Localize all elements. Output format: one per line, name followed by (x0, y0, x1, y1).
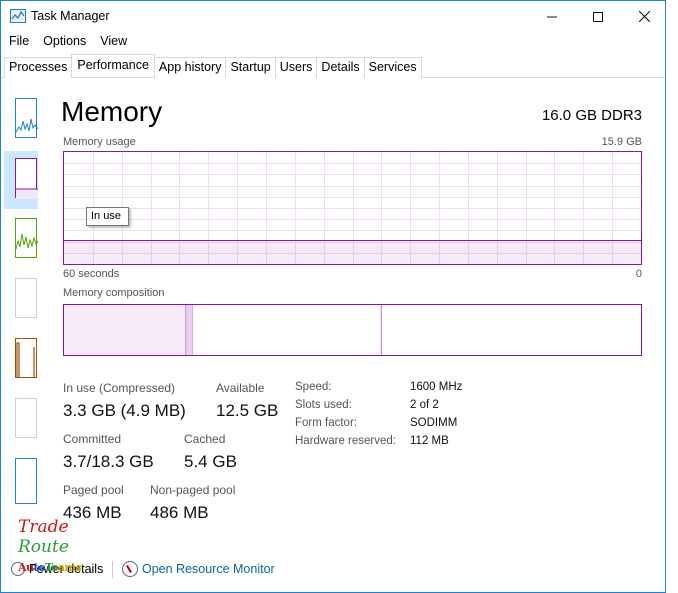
watermark-line-1: Trade (18, 517, 69, 537)
maximize-button[interactable] (575, 1, 621, 32)
memory-composition-chart (64, 305, 641, 355)
available-label: Available (216, 381, 265, 395)
title-bar: Task Manager (1, 1, 665, 32)
watermark-line-2: Route (18, 537, 69, 557)
graph-time-span: 60 seconds (63, 268, 120, 280)
task-manager-window: Task Manager File Options View Processes… (0, 0, 666, 593)
disk-thumbnail[interactable] (15, 218, 38, 258)
tab-processes[interactable]: Processes (4, 57, 73, 78)
memory-usage-chart (64, 152, 641, 264)
ethernet-graph-icon (16, 342, 35, 377)
composition-standby[interactable] (192, 305, 381, 355)
maximize-icon (593, 11, 603, 22)
tab-services[interactable]: Services (363, 57, 422, 78)
cached-value: 5.4 GB (184, 452, 237, 471)
hardware-reserved-label: Hardware reserved: (295, 435, 396, 447)
menu-view[interactable]: View (93, 34, 134, 52)
watermark-logo: Trade Route AutoTeams (18, 517, 82, 577)
nonpaged-pool-label: Non-paged pool (150, 483, 236, 497)
disk-graph-icon (16, 233, 38, 250)
form-factor-value: SODIMM (410, 417, 458, 429)
composition-modified[interactable] (185, 305, 193, 355)
window-title: Task Manager (31, 9, 110, 23)
cpu-graph-icon (16, 118, 38, 133)
memory-composition-label: Memory composition (63, 287, 165, 299)
paged-pool-label: Paged pool (63, 483, 124, 497)
composition-free[interactable] (380, 305, 641, 355)
memory-thumbnail[interactable] (15, 158, 38, 199)
menu-file[interactable]: File (1, 34, 36, 52)
memory-usage-label: Memory usage (63, 136, 136, 148)
memory-graph-icon (16, 188, 38, 199)
footer: Fewer details Open Resource Monitor (1, 559, 665, 581)
wifi-thumbnail[interactable] (15, 398, 37, 438)
menu-options[interactable]: Options (36, 34, 93, 52)
close-icon (638, 11, 650, 22)
memory-spec: 16.0 GB DDR3 (541, 107, 642, 124)
nonpaged-pool-value: 486 MB (150, 503, 209, 522)
speed-value: 1600 MHz (410, 381, 463, 393)
in-use-tooltip: In use (86, 207, 129, 226)
minimize-icon (547, 16, 557, 17)
page-title: Memory (61, 96, 163, 127)
resource-monitor-icon[interactable] (122, 561, 138, 577)
open-resource-monitor-link[interactable]: Open Resource Monitor (142, 562, 275, 576)
committed-label: Committed (63, 432, 122, 446)
ethernet-thumbnail[interactable] (15, 338, 37, 378)
close-button[interactable] (621, 1, 665, 32)
tab-users[interactable]: Users (274, 57, 318, 78)
available-value: 12.5 GB (216, 401, 279, 420)
tab-details[interactable]: Details (316, 57, 365, 78)
gpu-thumbnail[interactable] (15, 458, 37, 504)
slots-used-label: Slots used: (295, 399, 352, 411)
footer-divider (112, 561, 113, 578)
form-factor-label: Form factor: (295, 417, 357, 429)
in-use-label: In use (Compressed) (63, 381, 176, 395)
hardware-reserved-value: 112 MB (410, 435, 449, 447)
disk-2-thumbnail[interactable] (15, 278, 37, 318)
committed-value: 3.7/18.3 GB (63, 452, 154, 471)
tab-startup[interactable]: Startup (225, 57, 276, 78)
memory-panel: Memory 16.0 GB DDR3 Memory usage 15.9 GB… (37, 80, 663, 560)
composition-in-use[interactable] (64, 305, 186, 355)
tab-strip: Processes Performance App history Startu… (1, 54, 665, 78)
in-use-area (64, 240, 641, 264)
cached-label: Cached (184, 432, 226, 446)
cpu-thumbnail[interactable] (15, 98, 38, 138)
task-manager-app-icon (10, 9, 26, 23)
menu-bar: File Options View (1, 34, 134, 52)
tab-app-history[interactable]: App history (153, 57, 227, 78)
minimize-button[interactable] (529, 1, 575, 32)
speed-label: Speed: (295, 381, 332, 393)
graph-time-now: 0 (635, 268, 642, 280)
in-use-value: 3.3 GB (4.9 MB) (63, 401, 186, 420)
watermark-line-3: AutoTeams (18, 561, 82, 574)
memory-composition-bar (63, 304, 642, 356)
memory-usage-graph (63, 151, 642, 265)
memory-max-label: 15.9 GB (601, 136, 642, 148)
tab-performance[interactable]: Performance (71, 54, 155, 77)
slots-used-value: 2 of 2 (410, 399, 439, 411)
